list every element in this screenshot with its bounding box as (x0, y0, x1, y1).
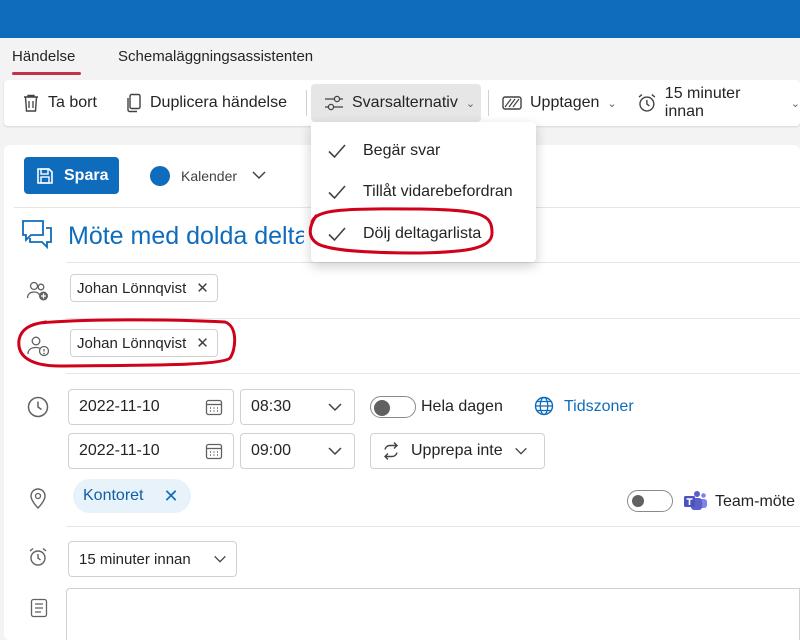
calendar-icon[interactable] (205, 398, 223, 416)
chevron-down-icon: ⌄ (607, 97, 617, 110)
start-time-dropdown[interactable]: 08:30 (240, 389, 355, 425)
alarm-clock-icon (638, 94, 656, 112)
teams-icon (684, 491, 707, 510)
save-button[interactable]: Spara (24, 157, 119, 194)
teams-meeting-label: Team-möte (715, 493, 796, 510)
divider (66, 373, 800, 374)
repeat-dropdown[interactable]: Upprepa inte (370, 433, 545, 469)
reminder-field-dropdown[interactable]: 15 minuter innan (68, 541, 237, 577)
calendar-color-dot (150, 166, 170, 186)
app-header (0, 0, 800, 38)
show-as-busy-dropdown[interactable]: Upptagen ⌄ (502, 80, 617, 126)
start-date-value: 2022-11-10 (79, 398, 160, 415)
globe-icon (534, 396, 554, 416)
busy-label: Upptagen (530, 94, 600, 111)
calendar-selector[interactable]: Kalender (181, 168, 237, 184)
tab-event[interactable]: Händelse (12, 48, 75, 65)
menu-item-label: Dölj deltagarlista (363, 225, 482, 242)
chevron-down-icon (214, 555, 226, 563)
calendar-icon[interactable] (205, 442, 223, 460)
alarm-clock-icon (29, 547, 47, 566)
location-chip[interactable]: Kontoret ✕ (73, 479, 191, 513)
command-toolbar: Ta bort Duplicera händelse Svarsalternat… (4, 80, 800, 126)
duplicate-label: Duplicera händelse (150, 94, 287, 111)
reminder-dropdown[interactable]: 15 minuter innan ⌄ (637, 80, 800, 126)
trash-icon (24, 94, 38, 112)
chevron-down-icon: ⌄ (465, 97, 476, 110)
chat-bubbles-icon (22, 220, 52, 249)
checkmark-icon (328, 144, 346, 159)
menu-item-hide-attendee-list[interactable]: Dölj deltagarlista (311, 214, 536, 254)
checkmark-icon (328, 185, 346, 200)
delete-button[interactable]: Ta bort (22, 80, 97, 126)
divider (66, 526, 800, 527)
menu-item-label: Begär svar (363, 142, 441, 159)
duplicate-event-button[interactable]: Duplicera händelse (126, 80, 287, 126)
toolbar-divider (306, 90, 307, 116)
repeat-label: Upprepa inte (411, 442, 503, 459)
start-date-field[interactable]: 2022-11-10 (68, 389, 234, 425)
end-date-value: 2022-11-10 (79, 442, 160, 459)
optional-attendee-chip[interactable]: Johan Lönnqvist ✕ (70, 329, 218, 357)
remove-icon[interactable]: ✕ (163, 486, 178, 507)
save-label: Spara (64, 166, 109, 184)
add-people-icon (26, 281, 48, 301)
active-tab-indicator (12, 72, 81, 75)
end-date-field[interactable]: 2022-11-10 (68, 433, 234, 469)
remove-icon[interactable]: ✕ (196, 334, 209, 352)
divider (66, 318, 800, 319)
response-options-button[interactable]: Svarsalternativ ⌄ (324, 80, 475, 126)
reminder-label: 15 minuter innan (664, 85, 741, 120)
all-day-label: Hela dagen (421, 398, 503, 415)
reminder-value: 15 minuter innan (79, 550, 191, 568)
chevron-down-icon (328, 447, 342, 456)
attendee-name: Johan Lönnqvist (77, 334, 187, 352)
location-value: Kontoret (83, 487, 144, 504)
clock-icon (27, 396, 49, 418)
copy-icon (127, 93, 141, 113)
attendee-chip[interactable]: Johan Lönnqvist ✕ (70, 274, 218, 302)
busy-status-icon (502, 96, 522, 110)
location-pin-icon (30, 488, 46, 509)
chevron-down-icon (328, 403, 342, 412)
chevron-down-icon[interactable] (250, 166, 268, 184)
response-options-menu: Begär svar Tillåt vidarebefordran Dölj d… (311, 122, 536, 262)
event-body-editor[interactable] (66, 588, 800, 640)
divider (66, 262, 800, 263)
event-title-input[interactable]: Möte med dolda deltagare (68, 222, 304, 251)
start-time-value: 08:30 (251, 398, 292, 415)
attendee-name: Johan Lönnqvist (77, 279, 187, 297)
checkmark-icon (328, 227, 346, 242)
menu-item-request-responses[interactable]: Begär svar (311, 131, 536, 171)
response-options-label: Svarsalternativ (352, 94, 458, 111)
teams-meeting-toggle[interactable] (627, 490, 673, 512)
delete-label: Ta bort (48, 94, 97, 111)
chevron-down-icon (514, 447, 527, 455)
end-time-value: 09:00 (251, 442, 292, 459)
save-icon (37, 167, 53, 184)
timezones-link[interactable]: Tidszoner (564, 398, 634, 416)
all-day-toggle[interactable] (370, 396, 416, 418)
toolbar-divider (488, 90, 489, 116)
tab-bar: Händelse Schemaläggningsassistenten (0, 38, 800, 78)
sliders-icon (325, 95, 343, 111)
repeat-icon (384, 442, 398, 460)
menu-item-label: Tillåt vidarebefordran (363, 183, 513, 200)
chevron-down-icon: ⌄ (790, 97, 800, 110)
notes-icon (30, 598, 48, 618)
tab-scheduling-assistant[interactable]: Schemaläggningsassistenten (118, 48, 313, 65)
menu-item-allow-forwarding[interactable]: Tillåt vidarebefordran (311, 172, 536, 212)
optional-attendees-icon (27, 336, 50, 357)
end-time-dropdown[interactable]: 09:00 (240, 433, 355, 469)
remove-icon[interactable]: ✕ (196, 279, 209, 297)
